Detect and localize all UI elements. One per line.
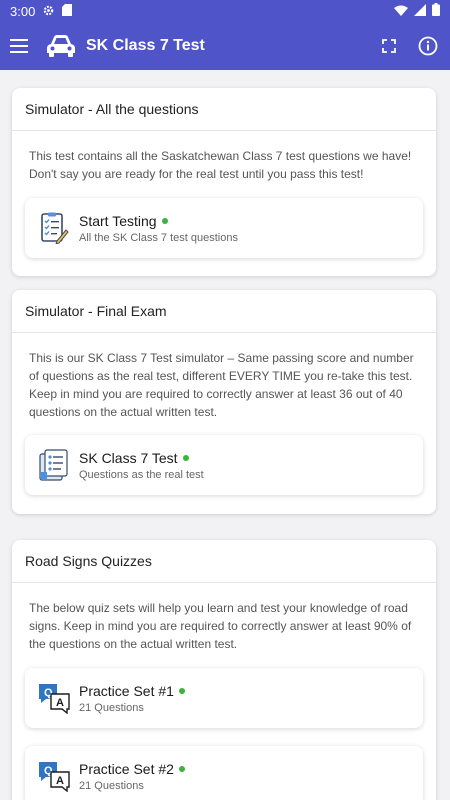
- item-subtitle: All the SK Class 7 test questions: [79, 231, 238, 244]
- practice-set-1-button[interactable]: Q A Practice Set #1 21 Questions: [25, 668, 423, 728]
- fullscreen-icon[interactable]: [382, 39, 396, 53]
- car-logo-icon: [46, 35, 76, 57]
- item-subtitle: Questions as the real test: [79, 468, 204, 481]
- status-dot: [178, 765, 185, 772]
- section-title: Simulator - Final Exam: [12, 290, 436, 333]
- app-bar: SK Class 7 Test: [0, 22, 450, 70]
- gear-icon: [43, 4, 54, 19]
- svg-text:A: A: [56, 775, 64, 787]
- item-title: Practice Set #1: [79, 682, 174, 699]
- checklist-icon: [37, 211, 71, 245]
- section-card-road-signs: Road Signs Quizzes The below quiz sets w…: [12, 540, 436, 800]
- qa-chat-icon: Q A: [37, 759, 71, 793]
- sd-card-icon: [62, 3, 73, 19]
- practice-set-2-button[interactable]: Q A Practice Set #2 21 Questions: [25, 746, 423, 800]
- status-dot: [178, 687, 185, 694]
- sk-class-7-test-button[interactable]: SK Class 7 Test Questions as the real te…: [25, 435, 423, 495]
- item-title: Practice Set #2: [79, 760, 174, 777]
- section-card-all-questions: Simulator - All the questions This test …: [12, 88, 436, 276]
- section-description: The below quiz sets will help you learn …: [29, 601, 412, 651]
- section-description: This is our SK Class 7 Test simulator – …: [29, 351, 414, 419]
- item-subtitle: 21 Questions: [79, 701, 144, 714]
- svg-text:A: A: [56, 697, 64, 709]
- content-area: Simulator - All the questions This test …: [0, 70, 450, 800]
- signal-icon: [414, 3, 426, 19]
- status-bar: 3:00: [0, 0, 450, 22]
- status-dot: [161, 217, 168, 224]
- status-dot: [182, 454, 189, 461]
- item-subtitle: 21 Questions: [79, 779, 144, 792]
- section-title: Simulator - All the questions: [12, 88, 436, 131]
- info-icon[interactable]: [418, 36, 438, 56]
- app-title: SK Class 7 Test: [86, 37, 205, 54]
- qa-chat-icon: Q A: [37, 681, 71, 715]
- battery-icon: [432, 3, 440, 19]
- item-title: Start Testing: [79, 212, 157, 229]
- exam-paper-icon: [37, 448, 71, 482]
- item-title: SK Class 7 Test: [79, 449, 178, 466]
- section-card-final-exam: Simulator - Final Exam This is our SK Cl…: [12, 290, 436, 514]
- wifi-icon: [394, 4, 408, 19]
- section-title: Road Signs Quizzes: [12, 540, 436, 583]
- status-time: 3:00: [10, 3, 36, 19]
- section-description: This test contains all the Saskatchewan …: [29, 149, 412, 181]
- start-testing-button[interactable]: Start Testing All the SK Class 7 test qu…: [25, 198, 423, 258]
- menu-icon[interactable]: [10, 39, 28, 53]
